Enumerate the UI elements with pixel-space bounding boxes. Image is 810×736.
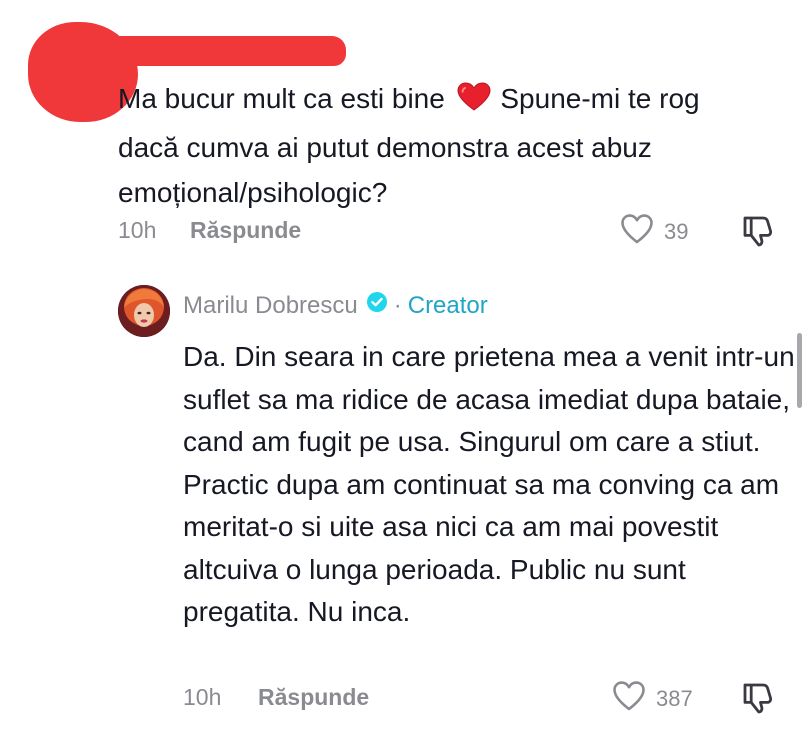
comment-text: Ma bucur mult ca esti bine Spune-mi te r…: [118, 76, 758, 215]
separator-dot: ·: [393, 291, 402, 319]
author-name[interactable]: Marilu Dobrescu: [183, 292, 358, 320]
thumbs-down-icon: [741, 683, 775, 719]
reply-reply-button[interactable]: Răspunde: [258, 684, 369, 711]
verified-badge-icon: [366, 291, 388, 320]
heart-outline-icon: [620, 213, 654, 250]
redaction-bar: [68, 36, 346, 66]
reply-time: 10h: [183, 684, 222, 710]
heart-emoji: [457, 80, 491, 125]
scrollbar[interactable]: [797, 333, 802, 408]
creator-label: Creator: [407, 291, 488, 319]
redacted-username: [28, 22, 346, 122]
reply-header: Marilu Dobrescu · Creator: [183, 291, 488, 320]
comment-like-count: 39: [664, 218, 689, 244]
avatar[interactable]: [118, 285, 170, 337]
comment-dislike-button[interactable]: [741, 214, 775, 253]
comment-text-part-1: Ma bucur mult ca esti bine: [118, 83, 445, 114]
reply-like-count: 387: [656, 685, 693, 711]
reply-text: Da. Din seara in care prietena mea a ven…: [183, 341, 795, 627]
heart-outline-icon: [612, 680, 646, 717]
reply-dislike-button[interactable]: [741, 681, 775, 720]
reply-like-button[interactable]: 387: [612, 680, 693, 717]
comment-time: 10h: [118, 217, 157, 243]
thumbs-down-icon: [741, 216, 775, 252]
comment-reply-button[interactable]: Răspunde: [190, 217, 301, 244]
comment-like-button[interactable]: 39: [620, 213, 688, 250]
